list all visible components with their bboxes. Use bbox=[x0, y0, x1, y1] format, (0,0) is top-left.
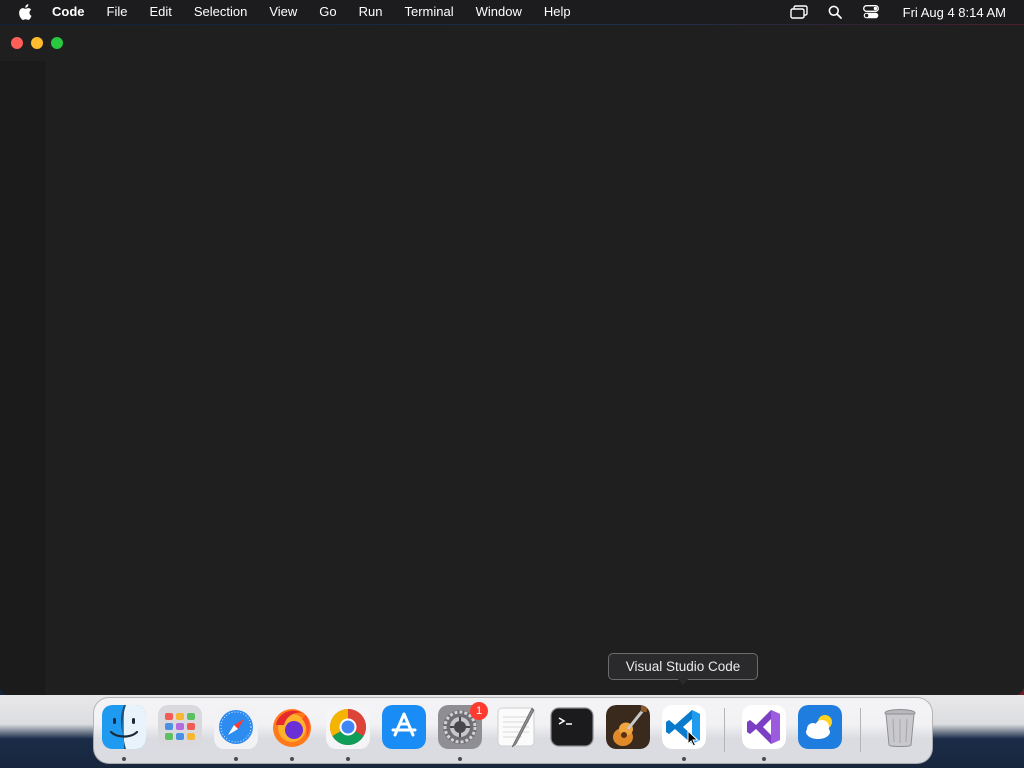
app-store-icon[interactable] bbox=[382, 705, 426, 749]
menu-app-name[interactable]: Code bbox=[52, 0, 96, 24]
menu-help[interactable]: Help bbox=[533, 0, 582, 24]
system-settings-running-indicator bbox=[458, 757, 462, 761]
dock: 1 bbox=[93, 697, 933, 764]
weather-icon[interactable] bbox=[798, 705, 842, 749]
dock-separator bbox=[724, 708, 725, 752]
safari-running-indicator bbox=[234, 757, 238, 761]
dock-tooltip: Visual Studio Code bbox=[608, 653, 758, 680]
maximize-window-button[interactable] bbox=[51, 37, 63, 49]
menu-window[interactable]: Window bbox=[465, 0, 533, 24]
textedit-icon[interactable] bbox=[494, 705, 538, 749]
menu-edit[interactable]: Edit bbox=[138, 0, 182, 24]
finder-icon[interactable] bbox=[102, 705, 146, 749]
spotlight-search-icon[interactable] bbox=[825, 4, 845, 20]
activity-bar bbox=[0, 61, 47, 695]
vscode-running-indicator bbox=[682, 757, 686, 761]
safari-icon[interactable] bbox=[214, 705, 258, 749]
menu-bar: Code File Edit Selection View Go Run Ter… bbox=[0, 0, 1024, 24]
terminal-icon[interactable] bbox=[550, 705, 594, 749]
minimize-window-button[interactable] bbox=[31, 37, 43, 49]
dock-tooltip-tail bbox=[676, 677, 690, 685]
garageband-icon[interactable] bbox=[606, 705, 650, 749]
visual-studio-icon[interactable] bbox=[742, 705, 786, 749]
vscode-icon[interactable] bbox=[662, 705, 706, 749]
finder-running-indicator bbox=[122, 757, 126, 761]
vscode-window bbox=[0, 25, 1024, 695]
menu-go[interactable]: Go bbox=[308, 0, 347, 24]
chrome-running-indicator bbox=[346, 757, 350, 761]
close-window-button[interactable] bbox=[11, 37, 23, 49]
chrome-icon[interactable] bbox=[326, 705, 370, 749]
menu-selection[interactable]: Selection bbox=[183, 0, 258, 24]
apple-menu-icon[interactable] bbox=[18, 3, 36, 21]
firefox-icon[interactable] bbox=[270, 705, 314, 749]
system-settings-badge: 1 bbox=[470, 702, 488, 720]
menu-file[interactable]: File bbox=[96, 0, 139, 24]
trash-icon[interactable] bbox=[878, 705, 922, 749]
window-title-bar[interactable] bbox=[0, 25, 1024, 61]
launchpad-icon[interactable] bbox=[158, 705, 202, 749]
mouse-pointer-icon bbox=[687, 729, 699, 752]
firefox-running-indicator bbox=[290, 757, 294, 761]
screen-mirroring-icon[interactable] bbox=[789, 4, 809, 20]
menu-view[interactable]: View bbox=[258, 0, 308, 24]
dock-separator-trash bbox=[860, 708, 861, 752]
menu-terminal[interactable]: Terminal bbox=[394, 0, 465, 24]
control-center-icon[interactable] bbox=[861, 4, 881, 20]
menu-run[interactable]: Run bbox=[348, 0, 394, 24]
menu-bar-clock[interactable]: Fri Aug 4 8:14 AM bbox=[903, 5, 1006, 20]
visual-studio-running-indicator bbox=[762, 757, 766, 761]
editor-area[interactable] bbox=[47, 61, 1024, 695]
